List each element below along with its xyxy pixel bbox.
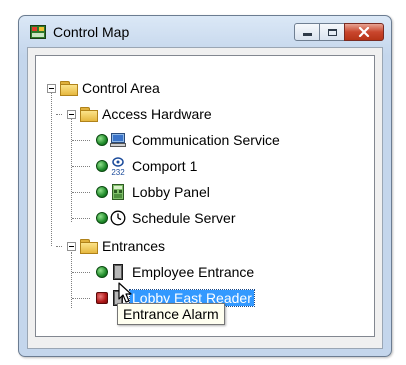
tree-node-lobby-panel[interactable]: Lobby Panel <box>132 184 210 200</box>
tree-connector <box>72 298 90 299</box>
tree-node-employee-entrance[interactable]: Employee Entrance <box>132 264 254 280</box>
tree-node-access-hardware[interactable]: Access Hardware <box>102 106 212 122</box>
tree-node-control-area[interactable]: Control Area <box>82 80 160 96</box>
close-button[interactable] <box>344 23 384 41</box>
tree-connector <box>56 246 62 247</box>
door-icon <box>113 264 123 280</box>
status-online-icon <box>96 160 108 172</box>
collapse-toggle-control-area[interactable] <box>47 84 56 93</box>
title-bar[interactable]: Control Map <box>19 16 391 46</box>
clock-icon <box>110 210 126 226</box>
status-online-icon <box>96 266 108 278</box>
status-online-icon <box>96 134 108 146</box>
computer-icon <box>110 133 126 147</box>
maximize-button[interactable] <box>319 23 345 41</box>
tree-connector <box>72 272 90 273</box>
collapse-toggle-entrances[interactable] <box>67 242 76 251</box>
panel-icon <box>112 184 124 200</box>
tree-connector <box>72 166 90 167</box>
tree-node-entrances[interactable]: Entrances <box>102 238 165 254</box>
tree-connector <box>72 218 90 219</box>
tree-node-schedule-server[interactable]: Schedule Server <box>132 210 236 226</box>
tree-connector <box>56 114 62 115</box>
caption-buttons <box>294 23 384 41</box>
status-online-icon <box>96 186 108 198</box>
mouse-pointer-icon <box>118 282 132 303</box>
control-map-tree[interactable]: Control Area Access Hardware Communicati… <box>35 55 375 337</box>
minimize-button[interactable] <box>294 23 320 41</box>
tree-connector <box>71 252 72 308</box>
close-icon <box>358 27 370 37</box>
status-alarm-icon <box>96 292 108 304</box>
status-online-icon <box>96 212 108 224</box>
folder-icon <box>80 239 98 254</box>
folder-icon <box>80 107 98 122</box>
folder-icon <box>60 81 78 96</box>
tree-node-communication-service[interactable]: Communication Service <box>132 132 280 148</box>
control-map-app-icon <box>30 25 46 39</box>
tree-connector <box>72 140 90 141</box>
maximize-icon <box>327 28 337 36</box>
status-tooltip: Entrance Alarm <box>117 303 225 325</box>
minimize-icon <box>302 33 312 36</box>
tree-connector <box>51 89 52 246</box>
comport-icon: 232 <box>111 157 125 176</box>
collapse-toggle-access-hardware[interactable] <box>67 110 76 119</box>
tree-connector <box>72 192 90 193</box>
window-title: Control Map <box>53 24 130 40</box>
tree-connector <box>71 112 72 222</box>
svg-text:232: 232 <box>111 168 125 176</box>
tree-node-comport-1[interactable]: Comport 1 <box>132 158 197 174</box>
